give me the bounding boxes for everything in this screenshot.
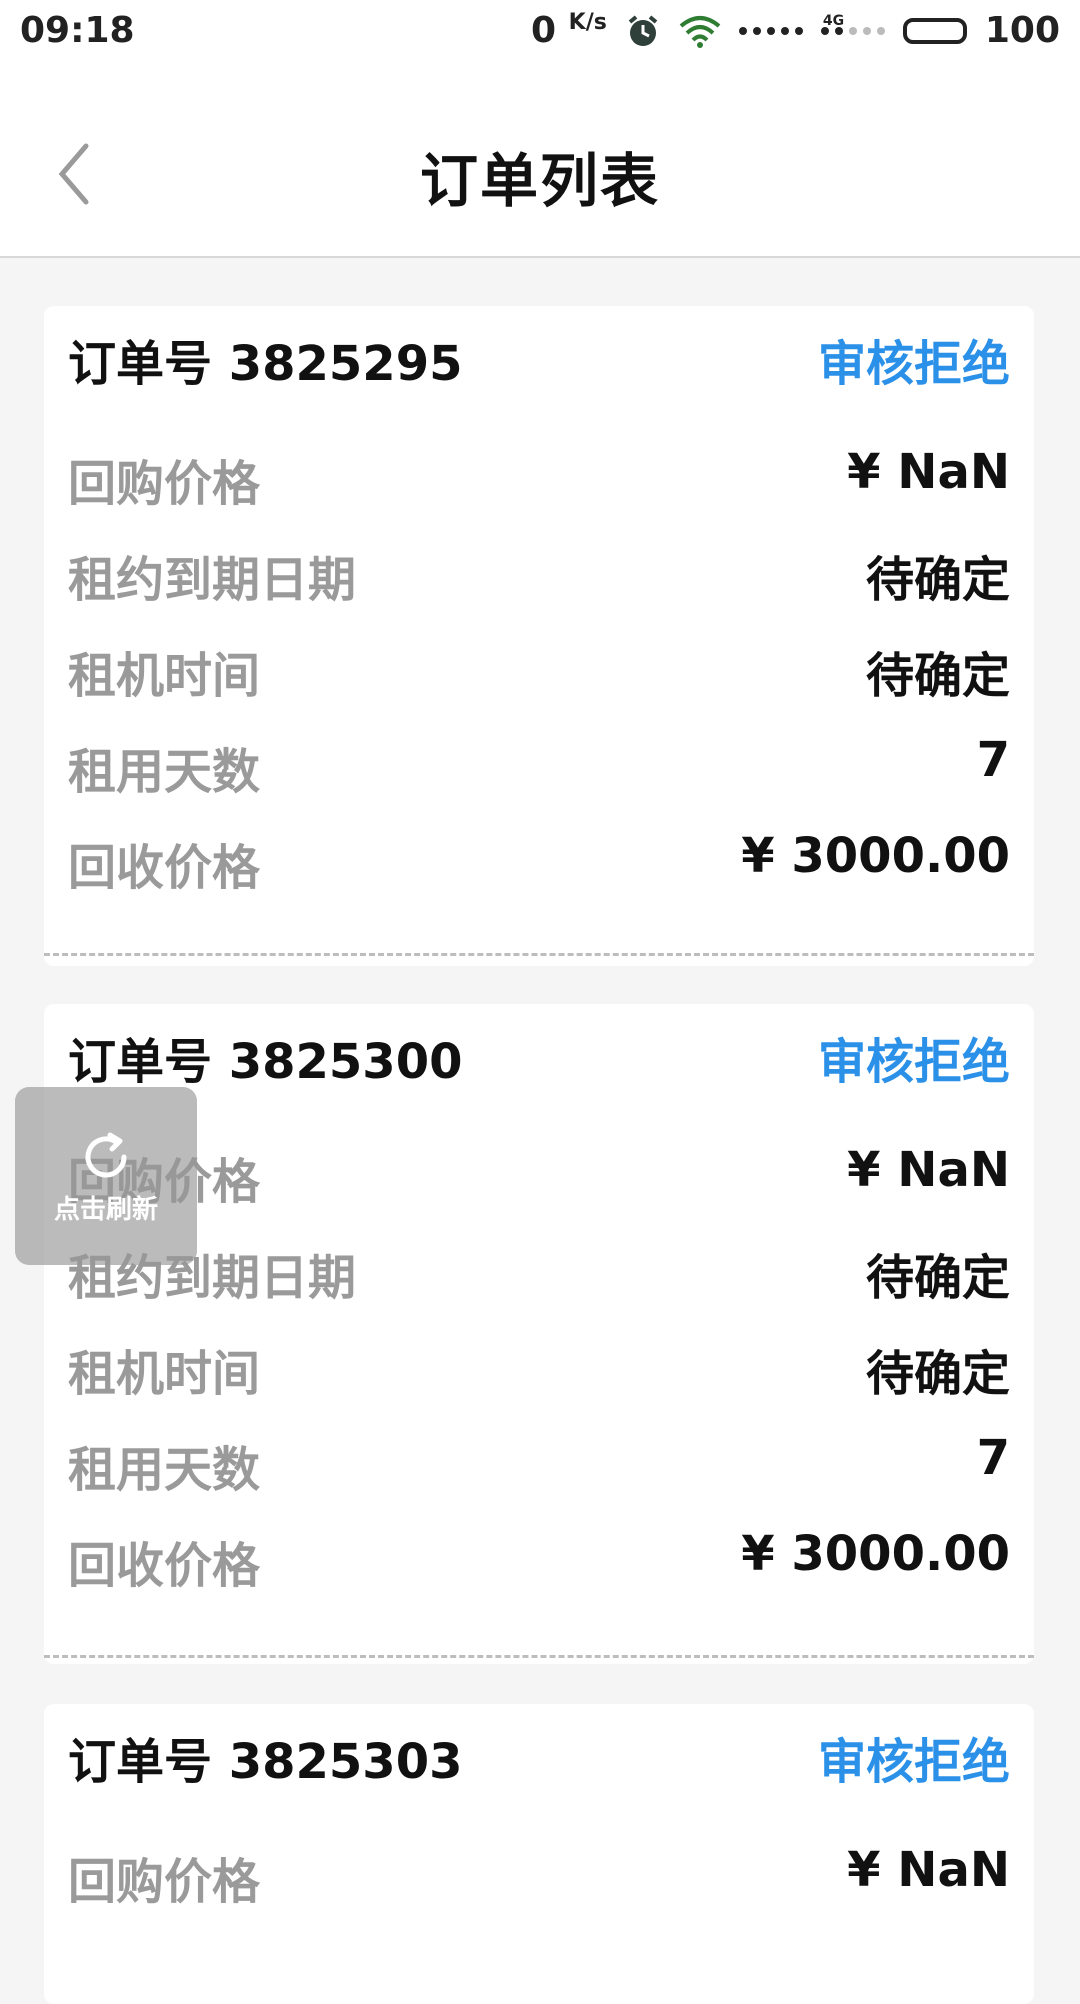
net-speed-unit: K/s <box>568 10 607 35</box>
battery-icon <box>902 17 967 44</box>
wifi-icon <box>679 14 721 48</box>
net-speed-value: 0 <box>531 10 557 51</box>
status-bar: 09:18 0 K/s 4G 100 <box>0 0 1080 64</box>
info-label: 租机时间 <box>68 648 261 704</box>
order-status: 审核拒绝 <box>817 1034 1010 1090</box>
signal-dot <box>848 26 857 35</box>
info-row: 回购价格 ¥ NaN <box>68 1842 1010 1912</box>
signal-dot <box>876 26 885 35</box>
signal-icon <box>738 26 803 35</box>
refresh-button[interactable]: 点击刷新 <box>15 1087 197 1265</box>
order-card[interactable]: 订单号 3825295 审核拒绝 回购价格 ¥ NaN 租约到期日期 待确定 租… <box>44 306 1034 966</box>
order-number: 订单号 3825303 <box>68 1734 463 1790</box>
order-card-header: 订单号 3825295 审核拒绝 <box>68 324 1010 394</box>
info-row: 回收价格 ¥ 3000.00 <box>68 1526 1010 1596</box>
info-value: ¥ 3000.00 <box>741 828 1010 884</box>
order-card-header: 订单号 3825303 审核拒绝 <box>68 1722 1010 1792</box>
order-number: 订单号 3825300 <box>68 1034 463 1090</box>
info-value: 待确定 <box>865 1346 1010 1402</box>
order-number: 订单号 3825295 <box>68 336 463 392</box>
nav-header: 订单列表 <box>0 64 1080 258</box>
info-row: 租机时间 待确定 <box>68 636 1010 706</box>
refresh-icon <box>85 1132 127 1178</box>
refresh-label: 点击刷新 <box>53 1195 158 1225</box>
info-row: 租用天数 7 <box>68 732 1010 802</box>
page-title: 订单列表 <box>419 147 660 215</box>
info-row: 租用天数 7 <box>68 1430 1010 1500</box>
info-row: 租约到期日期 待确定 <box>68 540 1010 610</box>
status-time: 09:18 <box>20 10 135 51</box>
info-label: 租机时间 <box>68 1346 261 1402</box>
info-value: 待确定 <box>865 648 1010 704</box>
info-label: 租约到期日期 <box>68 552 357 608</box>
info-value: ¥ 3000.00 <box>741 1526 1010 1582</box>
status-icons: 0 K/s 4G 100 <box>531 10 1060 51</box>
signal-dot <box>862 26 871 35</box>
signal-4g-icon: 4G <box>820 13 885 35</box>
order-status: 审核拒绝 <box>817 336 1010 392</box>
info-row: 租约到期日期 待确定 <box>68 1238 1010 1308</box>
battery-level: 100 <box>984 10 1060 51</box>
info-row: 回收价格 ¥ 3000.00 <box>68 828 1010 898</box>
info-value: 待确定 <box>865 552 1010 608</box>
info-label: 回购价格 <box>68 456 261 512</box>
info-value: ¥ NaN <box>847 1842 1010 1898</box>
net-type-label: 4G <box>822 12 845 29</box>
info-value: 7 <box>976 1430 1010 1486</box>
info-label: 回购价格 <box>68 1854 261 1910</box>
info-label: 租用天数 <box>68 1442 261 1498</box>
signal-dot <box>752 26 761 35</box>
order-card[interactable]: 订单号 3825303 审核拒绝 回购价格 ¥ NaN <box>44 1704 1034 2004</box>
info-label: 租用天数 <box>68 744 261 800</box>
dashed-divider <box>44 953 1034 956</box>
net-speed: 0 K/s <box>531 10 607 51</box>
alarm-icon <box>625 13 661 49</box>
signal-dot <box>738 26 747 35</box>
signal-dot <box>794 26 803 35</box>
info-label: 回收价格 <box>68 1538 261 1594</box>
order-card-header: 订单号 3825300 审核拒绝 <box>68 1022 1010 1092</box>
order-status: 审核拒绝 <box>817 1734 1010 1790</box>
info-value: 待确定 <box>865 1250 1010 1306</box>
signal-dot <box>780 26 789 35</box>
info-value: ¥ NaN <box>847 1142 1010 1198</box>
info-row: 回购价格 ¥ NaN <box>68 444 1010 514</box>
signal-dot <box>766 26 775 35</box>
dashed-divider <box>44 1655 1034 1658</box>
info-label: 回收价格 <box>68 840 261 896</box>
info-row: 回购价格 ¥ NaN <box>68 1142 1010 1212</box>
info-value: ¥ NaN <box>847 444 1010 500</box>
info-row: 租机时间 待确定 <box>68 1334 1010 1404</box>
info-value: 7 <box>976 732 1010 788</box>
